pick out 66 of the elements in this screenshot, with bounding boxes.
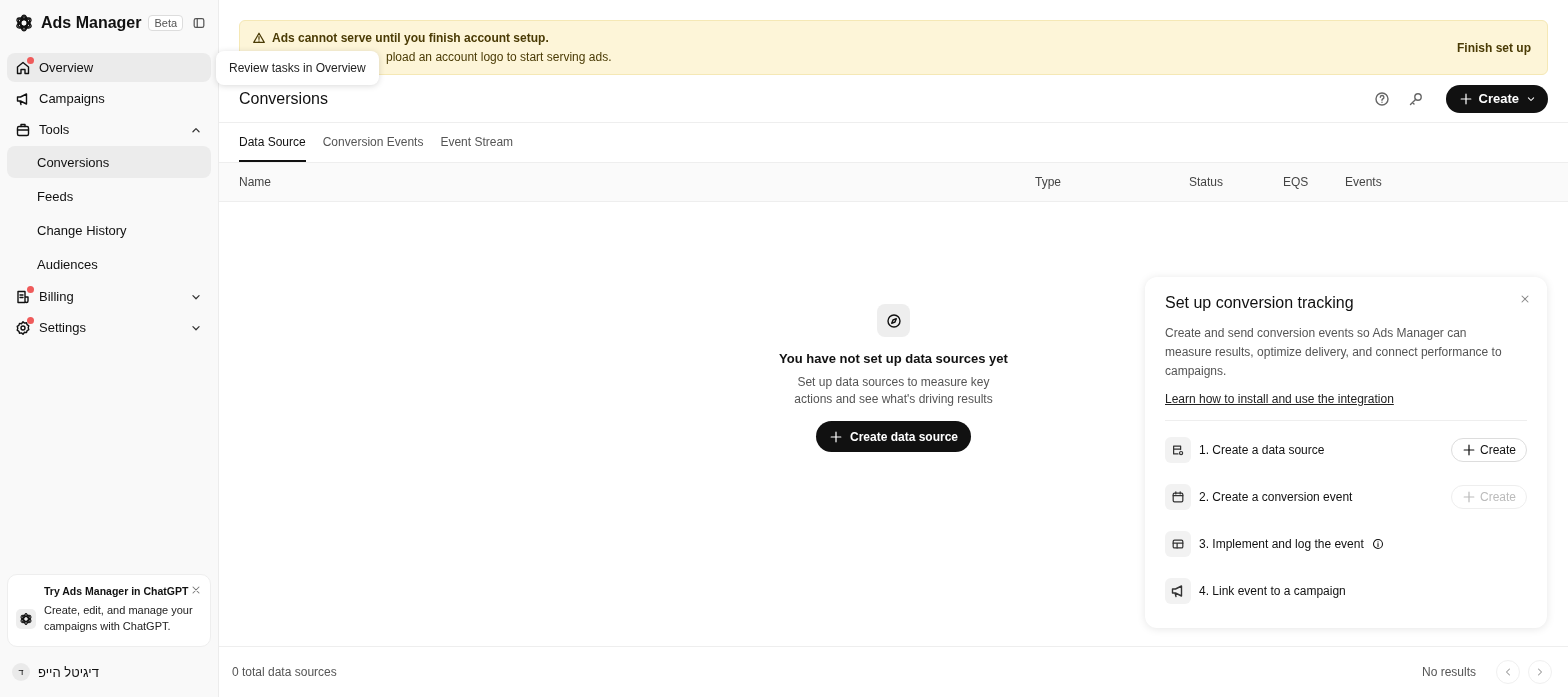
nav-subitem[interactable]: Feeds xyxy=(7,180,211,212)
receipt-icon xyxy=(15,288,31,305)
help-button[interactable] xyxy=(1373,90,1390,107)
results-text: No results xyxy=(1421,665,1476,679)
data-source-icon xyxy=(1171,442,1185,457)
plus-icon xyxy=(1461,489,1476,504)
plus-icon xyxy=(1461,442,1476,457)
user-name: דיגיטל הייפ xyxy=(38,664,99,680)
step-create-button[interactable]: Create xyxy=(1450,437,1527,462)
step-label: 3. Implement and log the event xyxy=(1199,536,1364,551)
nav-item[interactable]: Billing xyxy=(7,282,211,311)
step-label: 2. Create a conversion event xyxy=(1199,489,1353,504)
empty-text: Set up data sources to measure key actions and see what's driving results xyxy=(793,374,994,408)
close-icon xyxy=(1519,293,1531,305)
tab[interactable]: Event Stream xyxy=(440,123,514,162)
card-text: Create and send conversion events so Ads Manager can measure results, optimize delivery, and connect performance to campaigns. xyxy=(1165,325,1503,380)
nav-item[interactable]: Tools xyxy=(7,115,211,144)
avatar: ד xyxy=(12,663,30,681)
empty-title: You have not set up data sources yet xyxy=(779,351,1008,366)
create-data-source-button[interactable]: Create data source xyxy=(815,421,971,452)
nav-item[interactable]: Campaigns xyxy=(7,84,211,113)
nav-subitem[interactable]: Conversions xyxy=(7,146,211,178)
finish-setup-button[interactable]: Finish set up xyxy=(1451,39,1537,56)
sidebar-toggle-icon[interactable] xyxy=(192,16,206,30)
close-button[interactable] xyxy=(1519,293,1531,305)
column-header: Name xyxy=(239,175,272,189)
page-title: Conversions xyxy=(239,89,328,108)
tooltip: Review tasks in Overview xyxy=(216,51,379,85)
logo-icon xyxy=(14,13,34,33)
tab[interactable]: Conversion Events xyxy=(322,123,424,162)
create-button[interactable]: Create xyxy=(1445,84,1548,113)
close-button[interactable] xyxy=(190,584,202,596)
close-icon xyxy=(190,584,202,596)
card-title: Set up conversion tracking xyxy=(1165,294,1355,312)
column-header: EQS xyxy=(1283,175,1310,189)
warning-icon xyxy=(252,31,266,45)
key-icon xyxy=(1407,90,1424,107)
logo-icon xyxy=(19,612,33,626)
toolbox-icon xyxy=(15,121,31,138)
plus-icon xyxy=(828,429,843,444)
integration-link[interactable]: Learn how to install and use the integration xyxy=(1165,392,1394,406)
nav-subitem[interactable]: Audiences xyxy=(7,248,211,280)
promo-title: Try Ads Manager in ChatGPT xyxy=(44,585,190,597)
panel-icon xyxy=(192,16,206,30)
beta-badge: Beta xyxy=(148,15,184,31)
nav-item[interactable]: Settings xyxy=(7,313,211,342)
column-header: Events xyxy=(1345,175,1383,189)
help-icon xyxy=(1373,90,1390,107)
app-title: Ads Manager xyxy=(41,14,142,32)
nav-item[interactable]: Overview xyxy=(7,53,211,82)
promo-text: Create, edit, and manage your campaigns with ChatGPT. xyxy=(44,603,194,634)
banner-text: pload an account logo to start serving ads. xyxy=(386,50,612,64)
banner-title: Ads cannot serve until you finish account setup. xyxy=(272,31,549,45)
key-button[interactable] xyxy=(1407,90,1424,107)
step-label: 4. Link event to a campaign xyxy=(1199,583,1346,598)
gear-icon xyxy=(15,319,31,336)
total-count: 0 total data sources xyxy=(232,665,337,679)
column-header: Type xyxy=(1035,175,1062,189)
nav-subitem[interactable]: Change History xyxy=(7,214,211,246)
column-header: Status xyxy=(1189,175,1225,189)
compass-glyph xyxy=(885,312,902,329)
layout-icon xyxy=(1171,536,1185,551)
plus-icon xyxy=(1458,91,1473,106)
home-icon xyxy=(15,59,31,76)
step-label: 1. Create a data source xyxy=(1199,442,1325,457)
calendar-icon xyxy=(1171,489,1185,504)
